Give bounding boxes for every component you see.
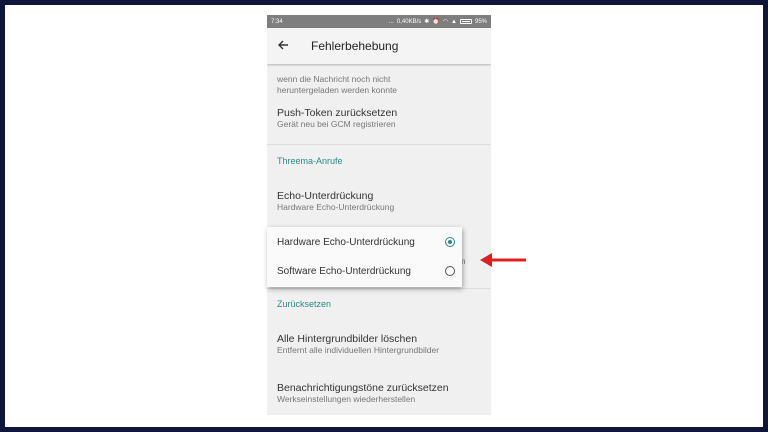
list-item-subtitle: wenn die Nachricht noch nicht: [277, 74, 391, 84]
echo-options-dialog: Hardware Echo-Unterdrückung Software Ech…: [267, 227, 462, 287]
red-arrow-icon: [480, 253, 526, 267]
list-item-subtitle: Entfernt alle individuellen Hintergrundb…: [277, 345, 440, 355]
status-indicators: ... 0,40KB/s ✱ ⏰ ◠ ▲ 95%: [388, 18, 487, 26]
list-item-subtitle: Werkseinstellungen wiederherstellen: [277, 394, 416, 404]
network-speed: 0,40KB/s: [396, 18, 422, 25]
radio-selected-icon[interactable]: [445, 237, 455, 247]
option-hardware-echo[interactable]: Hardware Echo-Unterdrückung: [277, 230, 455, 254]
status-dots: ...: [388, 18, 394, 25]
list-item-subtitle: Hardware Echo-Unterdrückung: [277, 202, 395, 212]
battery-icon: [459, 19, 472, 24]
battery-percent: 95%: [474, 18, 487, 25]
option-software-echo[interactable]: Software Echo-Unterdrückung: [277, 259, 455, 283]
list-item-title: Echo-Unterdrückung: [277, 190, 374, 202]
list-item-title: Benachrichtigungstöne zurücksetzen: [277, 382, 449, 394]
status-time: 7:34: [271, 18, 283, 25]
status-bar: 7:34 ... 0,40KB/s ✱ ⏰ ◠ ▲ 95%: [267, 15, 491, 28]
section-header-calls: Threema-Anrufe: [277, 156, 343, 166]
phone-screen: 7:34 ... 0,40KB/s ✱ ⏰ ◠ ▲ 95% Fehlerbehe…: [267, 15, 491, 415]
divider: [267, 288, 491, 289]
list-item-echo[interactable]: Echo-Unterdrückung Hardware Echo-Unterdr…: [277, 190, 482, 213]
app-bar: Fehlerbehebung: [267, 28, 491, 64]
option-label: Software Echo-Unterdrückung: [277, 265, 411, 277]
list-item-push-token[interactable]: Push-Token zurücksetzen Gerät neu bei GC…: [277, 107, 482, 130]
alarm-icon: ⏰: [432, 19, 440, 25]
wifi-icon: ◠: [442, 19, 449, 25]
page-title: Fehlerbehebung: [311, 39, 399, 53]
section-header-reset: Zurücksetzen: [277, 299, 332, 309]
list-item-ringtones[interactable]: Benachrichtigungstöne zurücksetzen Werks…: [277, 382, 482, 405]
option-label: Hardware Echo-Unterdrückung: [277, 236, 415, 248]
bluetooth-icon: ✱: [424, 19, 430, 25]
divider: [267, 144, 491, 145]
list-item-title: Push-Token zurücksetzen: [277, 107, 398, 119]
list-item-title: Alle Hintergrundbilder löschen: [277, 333, 418, 345]
list-item-partial[interactable]: wenn die Nachricht noch nicht herunterge…: [277, 74, 482, 96]
radio-unselected-icon[interactable]: [445, 266, 455, 276]
list-item-wallpapers[interactable]: Alle Hintergrundbilder löschen Entfernt …: [277, 333, 482, 356]
list-item-subtitle: Gerät neu bei GCM registrieren: [277, 119, 396, 129]
signal-icon: ▲: [451, 18, 457, 25]
arrow-left-icon[interactable]: [277, 39, 289, 53]
list-item-subtitle: heruntergeladen werden konnte: [277, 85, 398, 95]
